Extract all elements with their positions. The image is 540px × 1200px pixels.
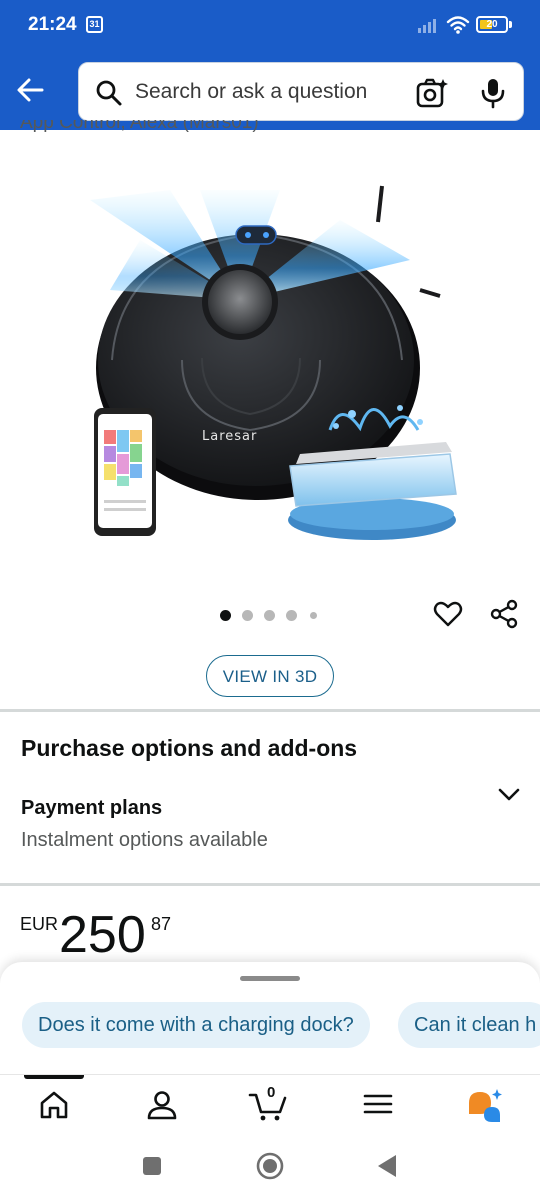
account-icon (147, 1091, 177, 1120)
suggestion-chip[interactable]: Can it clean h (398, 1002, 540, 1048)
nav-home[interactable] (34, 1087, 74, 1123)
carousel-dot[interactable] (264, 610, 275, 621)
price-whole: 250 (59, 906, 146, 964)
rufus-suggestions-sheet: Does it come with a charging dock? Can i… (0, 962, 540, 1074)
product-image[interactable]: Laresar (0, 130, 540, 590)
divider (0, 883, 540, 886)
nav-rufus[interactable] (466, 1087, 506, 1123)
payment-plans-title[interactable]: Payment plans (21, 797, 162, 820)
back-button-icon[interactable] (368, 1150, 408, 1182)
microphone-icon[interactable] (479, 77, 507, 109)
payment-plans-subtitle[interactable]: Instalment options available (21, 829, 268, 852)
nav-account[interactable] (142, 1087, 182, 1123)
calendar-notification-icon: 31 (86, 16, 103, 33)
share-icon[interactable] (488, 598, 520, 630)
view-in-3d-button[interactable]: VIEW IN 3D (206, 655, 334, 697)
carousel-dot-active[interactable] (220, 610, 231, 621)
status-time: 21:24 (28, 14, 77, 35)
search-icon (96, 80, 122, 106)
sheet-drag-handle[interactable] (240, 976, 300, 981)
app-header: 21:24 31 20 (0, 0, 540, 130)
suggestion-chip[interactable]: Does it come with a charging dock? (22, 1002, 370, 1048)
signal-icon (418, 19, 436, 33)
home-icon (40, 1091, 68, 1119)
system-nav-bar (0, 1130, 540, 1200)
battery-tip (509, 21, 512, 28)
heart-icon[interactable] (432, 598, 464, 630)
recent-apps-icon[interactable] (132, 1150, 172, 1182)
home-button-icon[interactable] (250, 1150, 290, 1182)
bottom-nav: 0 (0, 1074, 540, 1130)
chevron-down-icon[interactable] (496, 784, 522, 806)
active-tab-indicator (24, 1075, 84, 1079)
search-bar[interactable] (78, 62, 524, 121)
carousel-dot[interactable] (242, 610, 253, 621)
battery-icon: 20 (476, 16, 508, 33)
battery-level: 20 (486, 19, 498, 30)
cart-count: 0 (267, 1084, 276, 1101)
price-fraction: 87 (151, 914, 172, 934)
search-input[interactable] (135, 63, 405, 120)
menu-icon (363, 1094, 393, 1114)
status-bar: 21:24 31 20 (0, 0, 540, 52)
nav-cart[interactable]: 0 (248, 1084, 288, 1123)
svg-text:Laresar: Laresar (202, 429, 257, 444)
divider (0, 709, 540, 712)
image-carousel-dots[interactable] (218, 608, 328, 624)
carousel-dot[interactable] (310, 612, 317, 619)
wifi-icon (446, 16, 470, 34)
rufus-icon (469, 1089, 502, 1122)
purchase-options-heading: Purchase options and add-ons (21, 735, 358, 761)
price-currency: EUR (20, 914, 59, 934)
camera-search-icon[interactable] (415, 77, 449, 109)
nav-menu[interactable] (358, 1087, 398, 1123)
carousel-dot[interactable] (286, 610, 297, 621)
back-arrow-icon[interactable] (12, 70, 52, 110)
